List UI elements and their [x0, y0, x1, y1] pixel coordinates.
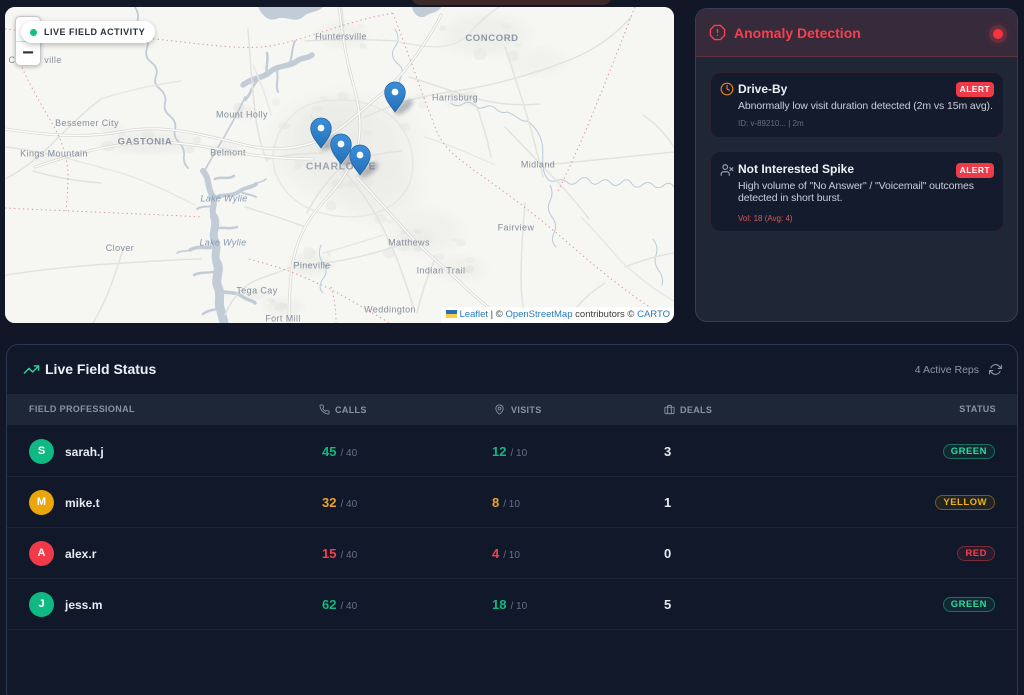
svg-text:Weddington: Weddington: [364, 305, 416, 315]
svg-text:Tega Cay: Tega Cay: [236, 286, 277, 296]
svg-text:Mount Holly: Mount Holly: [216, 110, 268, 120]
svg-text:ville: ville: [44, 55, 62, 65]
svg-text:Clover: Clover: [106, 243, 134, 253]
svg-text:GASTONIA: GASTONIA: [118, 137, 173, 148]
svg-text:Lake Wylie: Lake Wylie: [200, 194, 247, 204]
svg-text:Kings Mountain: Kings Mountain: [20, 149, 88, 159]
svg-text:Midland: Midland: [521, 160, 555, 170]
svg-text:Fairview: Fairview: [498, 223, 535, 233]
svg-text:CONCORD: CONCORD: [465, 33, 518, 44]
svg-text:Indian Trail: Indian Trail: [417, 266, 466, 276]
svg-text:Matthews: Matthews: [388, 238, 430, 248]
svg-text:Huntersville: Huntersville: [315, 32, 367, 42]
svg-text:Bessemer City: Bessemer City: [55, 118, 119, 128]
svg-text:Pineville: Pineville: [293, 261, 330, 271]
svg-text:Belmont: Belmont: [210, 148, 246, 158]
svg-text:Harrisburg: Harrisburg: [432, 93, 478, 103]
svg-text:Fort Mill: Fort Mill: [265, 314, 301, 324]
svg-text:Lake Wylie: Lake Wylie: [199, 238, 246, 248]
